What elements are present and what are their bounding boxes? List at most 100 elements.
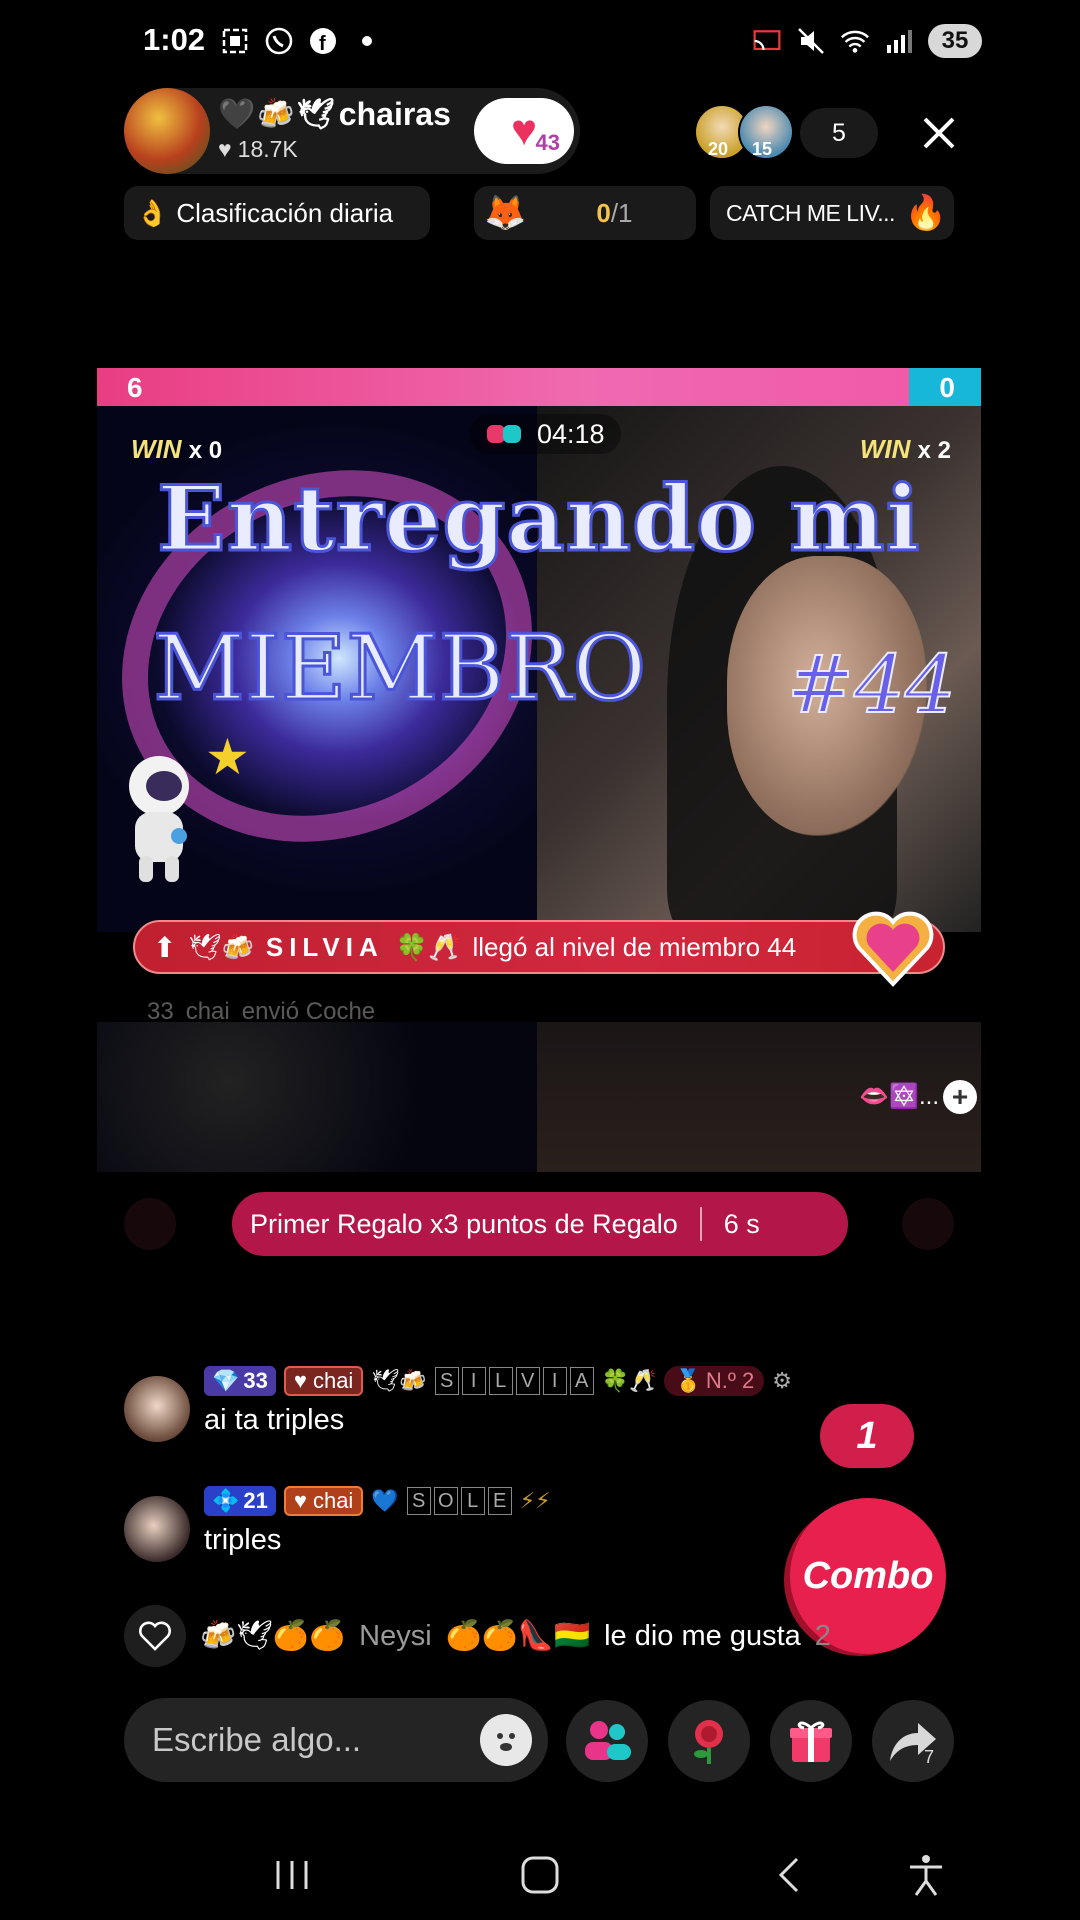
recent-apps-button[interactable] bbox=[262, 1850, 322, 1900]
host-name-emoji: 🖤🍻🕊 bbox=[218, 98, 337, 131]
people-icon bbox=[585, 1721, 631, 1760]
smiley-icon bbox=[489, 1723, 523, 1757]
host-likes-count: 18.7K bbox=[237, 136, 298, 162]
viewer-badge: 15 bbox=[752, 139, 773, 159]
battle-gloves-icon bbox=[487, 425, 521, 443]
user-emoji: 💙 bbox=[371, 1488, 399, 1513]
back-button[interactable] bbox=[758, 1850, 818, 1900]
catch-me-label: CATCH ME LIV... bbox=[726, 199, 895, 226]
first-gift-timer: 6 s bbox=[723, 1208, 760, 1239]
banner-name: SILVIA bbox=[265, 931, 384, 962]
host-avatar[interactable] bbox=[124, 88, 210, 174]
close-icon bbox=[923, 117, 955, 149]
fan-club-heart-icon: ♥ bbox=[510, 106, 538, 155]
user-name-letters: SOLE bbox=[406, 1487, 512, 1515]
star-icon: ★ bbox=[205, 729, 250, 785]
daily-ranking-chip[interactable]: 👌 Clasificación diaria bbox=[124, 186, 430, 240]
score-left: 6 bbox=[127, 372, 143, 403]
user-emoji: 🕊🍻 bbox=[371, 1368, 427, 1393]
system-nav-bar bbox=[0, 1830, 1080, 1920]
status-bar: 1:02 f 35 bbox=[0, 0, 1080, 84]
combo-count: 1 bbox=[820, 1404, 914, 1468]
status-right-icons: 35 bbox=[752, 24, 982, 58]
win-right: WIN x 2 bbox=[859, 434, 951, 464]
catch-me-chip[interactable]: CATCH ME LIV... 🔥 bbox=[710, 186, 954, 240]
score-right: 0 bbox=[939, 372, 955, 403]
fan-club-count: 43 bbox=[535, 130, 560, 155]
gift-button[interactable] bbox=[770, 1700, 852, 1782]
flame-icon: 🔥 bbox=[904, 194, 947, 232]
overlay-title-line2: MIEMBRO bbox=[151, 615, 647, 723]
chat-meta: 💠 21 ♥ chai 💙 SOLE ⚡⚡ bbox=[204, 1486, 551, 1516]
whatsapp-icon bbox=[264, 26, 294, 56]
share-button[interactable]: 7 bbox=[872, 1700, 954, 1782]
host-card[interactable]: 🖤🍻🕊 chairas ♥ 18.7K ♥ 43 bbox=[124, 88, 580, 174]
guest-icons: 👄🔯... bbox=[859, 1083, 939, 1110]
status-time: 1:02 bbox=[143, 22, 206, 57]
top-viewers[interactable]: 20 15 bbox=[694, 104, 794, 160]
home-button[interactable] bbox=[510, 1850, 570, 1900]
viewer-badge: 20 bbox=[708, 139, 729, 159]
chat-meta: 💎 33 ♥ chai 🕊🍻 SILVIA 🍀🥂 🥇 N.º 2 ⚙ bbox=[204, 1366, 792, 1396]
heart-outline-icon[interactable] bbox=[124, 1605, 186, 1667]
seat-icon bbox=[124, 1198, 176, 1250]
wifi-icon bbox=[840, 26, 870, 56]
user-emoji-suffix: 🍀🥂 bbox=[601, 1368, 657, 1393]
win-left: WIN x 0 bbox=[131, 434, 223, 464]
member-heart-icon bbox=[847, 904, 939, 996]
comment-placeholder: Escribe algo... bbox=[152, 1721, 362, 1758]
rank-badge: 🥇 N.º 2 bbox=[664, 1366, 765, 1396]
user-settings-icon: ⚙ bbox=[772, 1368, 792, 1393]
multi-guest-button[interactable] bbox=[566, 1700, 648, 1782]
arrow-up-icon: ⬆ bbox=[153, 931, 177, 963]
viewer-count[interactable]: 5 bbox=[800, 108, 878, 158]
user-name-letters: SILVIA bbox=[434, 1367, 594, 1395]
battle-timer: 04:18 bbox=[469, 414, 621, 454]
emoji-button[interactable] bbox=[480, 1714, 532, 1766]
cast-icon bbox=[752, 26, 782, 56]
battle-timer-text: 04:18 bbox=[537, 418, 605, 449]
user-emoji-suffix: ⚡⚡ bbox=[519, 1488, 551, 1513]
fan-club-badge: ♥ chai bbox=[283, 1486, 364, 1516]
goal-chip[interactable]: 🦊 0/1 bbox=[474, 186, 696, 240]
add-guest-button[interactable]: + bbox=[943, 1080, 977, 1114]
share-count: 7 bbox=[923, 1747, 934, 1767]
like-notification: 🍻🕊🍊🍊 Neysi 🍊🍊👠🇧🇴 le dio me gusta 2 bbox=[124, 1605, 831, 1667]
comment-input[interactable]: Escribe algo... bbox=[124, 1698, 548, 1782]
score-left-bar: 6 bbox=[97, 368, 909, 406]
banner-emoji-suffix: 🍀🥂 bbox=[395, 931, 461, 962]
mute-icon bbox=[796, 26, 826, 56]
lower-stream-left bbox=[97, 1022, 537, 1172]
accessibility-button[interactable] bbox=[896, 1850, 956, 1900]
dot-icon bbox=[352, 26, 382, 56]
viewer-avatar[interactable]: 15 bbox=[738, 104, 794, 160]
chat-avatar[interactable] bbox=[124, 1376, 190, 1442]
recent-apps-icon bbox=[276, 1861, 308, 1889]
first-gift-banner[interactable]: Primer Regalo x3 puntos de Regalo 6 s bbox=[232, 1192, 848, 1256]
host-name-row: 🖤🍻🕊 chairas bbox=[218, 96, 451, 133]
status-left-icons: f bbox=[220, 26, 382, 56]
user-level-badge: 💎 33 bbox=[204, 1366, 276, 1396]
overlay-title-line1: Entregando mi bbox=[156, 465, 922, 574]
chat-text: triples bbox=[204, 1524, 282, 1556]
member-level-banner: ⬆ 🕊🍻 SILVIA 🍀🥂 llegó al nivel de miembro… bbox=[133, 911, 945, 987]
fire-icon: 👌 bbox=[136, 197, 169, 228]
like-user-name: Neysi bbox=[359, 1619, 432, 1652]
host-likes: ♥ 18.7K bbox=[218, 136, 298, 163]
gift-icon bbox=[790, 1721, 832, 1762]
banner-text: llegó al nivel de miembro 44 bbox=[472, 931, 797, 962]
follow-button[interactable]: ♥ 43 bbox=[474, 98, 574, 164]
battery-indicator: 35 bbox=[928, 24, 982, 58]
host-name: chairas bbox=[338, 96, 451, 132]
rose-gift-button[interactable] bbox=[668, 1700, 750, 1782]
screenshot-icon bbox=[220, 26, 250, 56]
battle-area[interactable]: 6 0 ★ WIN x 0 WIN x 2 04:18 Entregando m… bbox=[97, 368, 981, 1174]
home-icon bbox=[521, 1856, 559, 1894]
chat-avatar[interactable] bbox=[124, 1496, 190, 1562]
astronaut-icon bbox=[129, 756, 189, 882]
seat-icon bbox=[901, 1198, 954, 1250]
rose-icon bbox=[694, 1720, 723, 1764]
goal-progress: 0/1 bbox=[596, 197, 633, 228]
close-button[interactable] bbox=[914, 108, 964, 158]
lower-stream-right: 👄🔯... + bbox=[537, 1022, 981, 1172]
